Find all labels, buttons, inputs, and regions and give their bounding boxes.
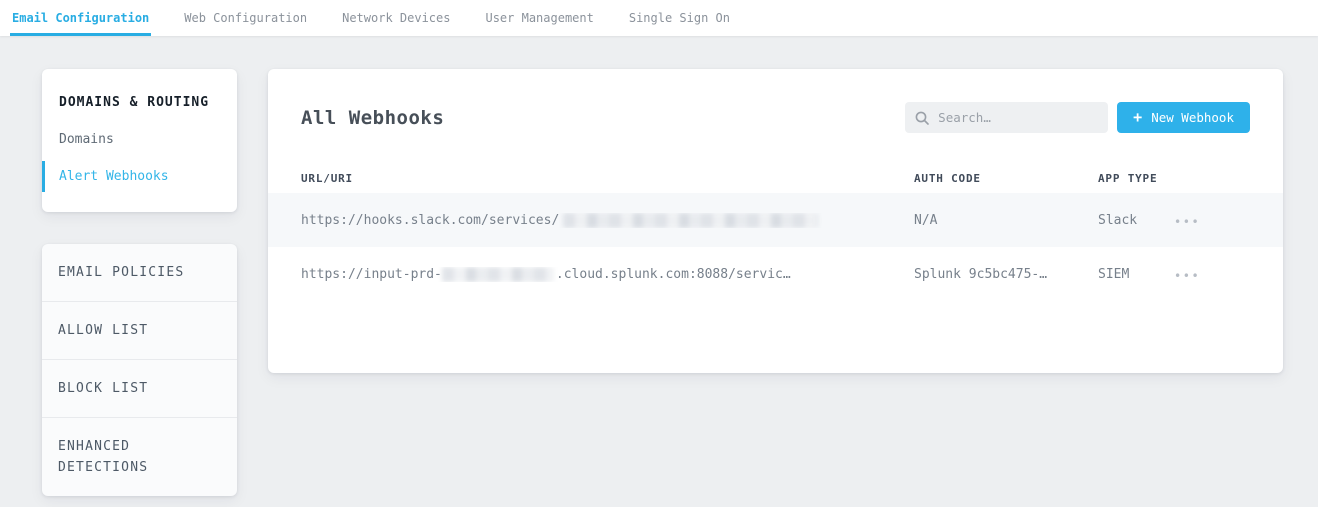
tab-web-configuration[interactable]: Web Configuration bbox=[182, 0, 309, 36]
webhook-url: https://input-prd- .cloud.splunk.com:808… bbox=[301, 267, 914, 282]
webhooks-header: All Webhooks + New Webhook bbox=[268, 69, 1283, 163]
new-webhook-button[interactable]: + New Webhook bbox=[1117, 102, 1250, 133]
sidebar-item-enhanced-detections[interactable]: ENHANCED DETECTIONS bbox=[42, 417, 237, 496]
email-sections-card: EMAIL POLICIES ALLOW LIST BLOCK LIST ENH… bbox=[42, 244, 237, 496]
sidebar-item-block-list[interactable]: BLOCK LIST bbox=[42, 359, 237, 417]
sidebar-item-email-policies[interactable]: EMAIL POLICIES bbox=[42, 244, 237, 301]
plus-icon: + bbox=[1133, 110, 1142, 125]
row-menu-ellipsis-icon[interactable]: ••• bbox=[1174, 215, 1200, 229]
app-type-value: SIEM bbox=[1098, 267, 1174, 282]
row-menu-ellipsis-icon[interactable]: ••• bbox=[1174, 269, 1200, 283]
tab-email-configuration[interactable]: Email Configuration bbox=[10, 0, 151, 36]
tab-single-sign-on[interactable]: Single Sign On bbox=[627, 0, 732, 36]
search-icon bbox=[915, 111, 929, 125]
redacted-url-segment bbox=[563, 213, 818, 228]
sidebar: DOMAINS & ROUTING Domains Alert Webhooks… bbox=[42, 69, 237, 496]
page-layout: DOMAINS & ROUTING Domains Alert Webhooks… bbox=[0, 36, 1318, 496]
sidebar-item-domains[interactable]: Domains bbox=[42, 132, 237, 147]
page-title: All Webhooks bbox=[301, 107, 905, 129]
domains-routing-card: DOMAINS & ROUTING Domains Alert Webhooks bbox=[42, 69, 237, 212]
app-type-value: Slack bbox=[1098, 213, 1174, 228]
auth-code-value: N/A bbox=[914, 213, 1098, 228]
webhooks-panel: All Webhooks + New Webhook URL/URI AUTH … bbox=[268, 69, 1283, 373]
top-navigation: Email Configuration Web Configuration Ne… bbox=[0, 0, 1318, 36]
table-row: https://hooks.slack.com/services/ N/A Sl… bbox=[268, 193, 1283, 247]
table-row: https://input-prd- .cloud.splunk.com:808… bbox=[268, 247, 1283, 301]
sidebar-item-alert-webhooks[interactable]: Alert Webhooks bbox=[42, 161, 237, 192]
search-box bbox=[905, 102, 1108, 133]
webhook-url: https://hooks.slack.com/services/ bbox=[301, 213, 914, 228]
column-header-app-type: APP TYPE bbox=[1098, 172, 1174, 185]
tab-network-devices[interactable]: Network Devices bbox=[340, 0, 452, 36]
column-header-auth-code: AUTH CODE bbox=[914, 172, 1098, 185]
table-header-row: URL/URI AUTH CODE APP TYPE bbox=[268, 163, 1283, 193]
new-webhook-label: New Webhook bbox=[1151, 110, 1234, 125]
sidebar-item-allow-list[interactable]: ALLOW LIST bbox=[42, 301, 237, 359]
domains-routing-heading: DOMAINS & ROUTING bbox=[42, 95, 237, 110]
tab-user-management[interactable]: User Management bbox=[483, 0, 595, 36]
url-text-suffix: .cloud.splunk.com:8088/servic… bbox=[556, 267, 791, 282]
column-header-url: URL/URI bbox=[301, 172, 914, 185]
redacted-url-segment bbox=[442, 267, 554, 282]
url-text: https://input-prd- bbox=[301, 267, 442, 282]
auth-code-value: Splunk 9c5bc475-… bbox=[914, 267, 1098, 282]
url-text: https://hooks.slack.com/services/ bbox=[301, 213, 559, 228]
search-input[interactable] bbox=[938, 110, 1098, 125]
